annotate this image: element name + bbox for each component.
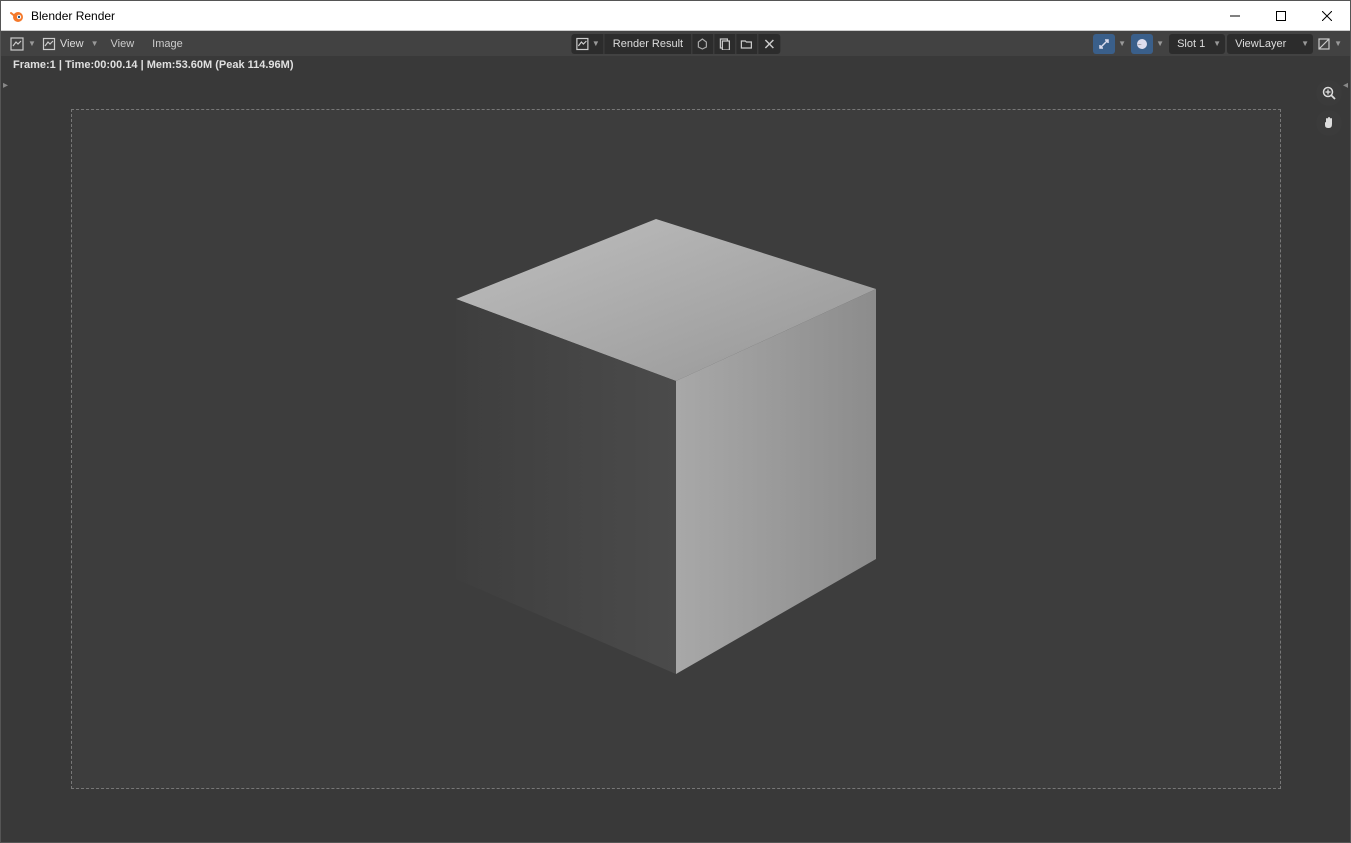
header-right: ▼ ▼ Slot 1 ▼ ViewLayer ▼ ▼ xyxy=(1093,31,1350,56)
chevron-down-icon: ▼ xyxy=(28,39,36,48)
view-menu-label: View xyxy=(60,38,84,50)
chevron-down-icon: ▼ xyxy=(1115,34,1129,54)
zoom-gizmo[interactable] xyxy=(1316,80,1342,106)
header-left: ▼ View ▼ View Image xyxy=(1,31,191,56)
render-status-text: Frame:1 | Time:00:00.14 | Mem:53.60M (Pe… xyxy=(13,59,293,71)
rendered-cube-image xyxy=(456,219,896,679)
pass-dropdown[interactable]: ▼ xyxy=(1315,34,1344,54)
image-selector-group: ▼ Render Result xyxy=(571,34,780,54)
pivot-dropdown[interactable]: ▼ xyxy=(1093,34,1129,54)
fake-user-button[interactable] xyxy=(692,34,714,54)
close-button[interactable] xyxy=(1304,1,1350,30)
display-channels-dropdown[interactable]: ▼ xyxy=(1131,34,1167,54)
render-status-bar: Frame:1 | Time:00:00.14 | Mem:53.60M (Pe… xyxy=(1,56,1350,74)
view-menu[interactable]: View ▼ xyxy=(40,34,101,54)
view2-label: View xyxy=(111,38,135,50)
render-output-frame xyxy=(71,109,1281,789)
chevron-down-icon: ▼ xyxy=(1153,34,1167,54)
minimize-button[interactable] xyxy=(1212,1,1258,30)
open-image-button[interactable] xyxy=(736,34,758,54)
viewport-gizmos xyxy=(1316,80,1342,136)
chevron-down-icon: ▼ xyxy=(91,39,99,48)
maximize-button[interactable] xyxy=(1258,1,1304,30)
expand-sidebar-handle[interactable]: ◂ xyxy=(1343,80,1348,91)
new-image-button[interactable] xyxy=(714,34,736,54)
window-title: Blender Render xyxy=(31,9,115,23)
image-menu[interactable]: Image xyxy=(144,32,191,56)
image-label: Image xyxy=(152,38,183,50)
layer-dropdown[interactable]: ViewLayer ▼ xyxy=(1227,34,1313,54)
chevron-down-icon: ▼ xyxy=(1301,39,1309,48)
expand-toolbar-handle[interactable]: ▸ xyxy=(3,80,8,91)
window-controls xyxy=(1212,1,1350,30)
view2-menu[interactable]: View xyxy=(103,32,143,56)
image-editor-header: ▼ View ▼ View Image ▼ Render Resul xyxy=(1,31,1350,56)
chevron-down-icon: ▼ xyxy=(1213,39,1221,48)
browse-image-button[interactable]: ▼ xyxy=(571,34,605,54)
titlebar: Blender Render xyxy=(1,1,1350,31)
header-center: ▼ Render Result xyxy=(571,31,780,56)
image-name-field[interactable]: Render Result xyxy=(605,34,692,54)
layer-label: ViewLayer xyxy=(1235,38,1286,50)
unlink-image-button[interactable] xyxy=(758,34,780,54)
editor-type-dropdown[interactable]: ▼ xyxy=(7,34,38,54)
slot-label: Slot 1 xyxy=(1177,38,1205,50)
image-name-label: Render Result xyxy=(613,38,683,50)
pan-gizmo[interactable] xyxy=(1316,110,1342,136)
slot-dropdown[interactable]: Slot 1 ▼ xyxy=(1169,34,1225,54)
chevron-down-icon: ▼ xyxy=(592,39,600,48)
app-window: Blender Render ▼ View ▼ xyxy=(0,0,1351,843)
chevron-down-icon: ▼ xyxy=(1334,39,1342,48)
image-viewport[interactable]: ▸ ◂ xyxy=(1,74,1350,842)
blender-logo-icon xyxy=(9,8,25,24)
titlebar-left: Blender Render xyxy=(9,8,115,24)
